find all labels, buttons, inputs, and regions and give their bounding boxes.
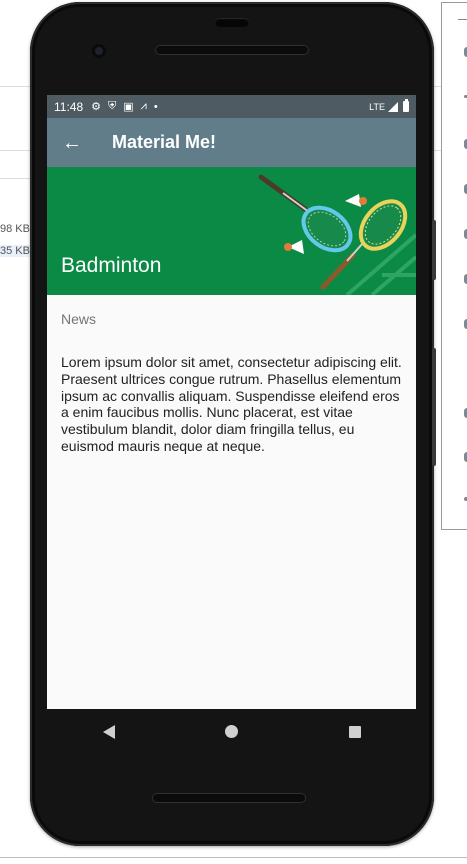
- emulator-side-toolbar: [441, 2, 467, 530]
- blue-racket: [258, 174, 353, 253]
- sport-subtitle: News: [61, 311, 97, 327]
- nav-recents-button[interactable]: [330, 712, 380, 752]
- shuttlecock-1: [345, 194, 367, 207]
- volume-button[interactable]: [432, 348, 436, 466]
- sim-icon: ▣: [123, 101, 134, 113]
- nav-home-icon: [225, 725, 238, 738]
- background-file-size: 35 KB: [0, 245, 30, 257]
- bottom-speaker: [152, 793, 306, 803]
- emulator-window: 98 KB 35 KB 11:48 ⚙ ⛨ ▣ ⩘ • LTE ← Materi…: [0, 0, 467, 864]
- front-camera: [92, 44, 106, 58]
- back-arrow-icon[interactable]: ←: [62, 133, 112, 153]
- nav-recents-icon: [348, 725, 361, 738]
- background-divider: [0, 150, 30, 151]
- sport-details-text: Lorem ipsum dolor sit amet, consectetur …: [61, 354, 402, 454]
- nav-home-button[interactable]: [207, 712, 257, 752]
- battery-icon: [403, 99, 409, 112]
- signal-alt-icon: ⩘: [140, 100, 147, 112]
- nav-back-icon: [102, 724, 115, 739]
- phone-screen: 11:48 ⚙ ⛨ ▣ ⩘ • LTE ← Material Me! Badmi…: [47, 95, 416, 709]
- app-title: Material Me!: [112, 132, 217, 152]
- toolbar-minimize-icon[interactable]: [458, 19, 467, 20]
- signal-icon: [388, 101, 398, 112]
- status-time: 11:48: [54, 99, 84, 114]
- app-bar: ← Material Me!: [47, 118, 416, 167]
- nav-back-button[interactable]: [84, 712, 134, 752]
- background-divider: [0, 86, 30, 87]
- phone-frame: 11:48 ⚙ ⛨ ▣ ⩘ • LTE ← Material Me! Badmi…: [30, 2, 436, 846]
- background-file-size: 98 KB: [0, 223, 30, 235]
- shuttlecock-2: [284, 240, 304, 254]
- background-bottom-border: [0, 857, 467, 858]
- top-speaker: [155, 45, 309, 55]
- status-bar: 11:48 ⚙ ⛨ ▣ ⩘ • LTE: [47, 95, 416, 118]
- sport-title: Badminton: [61, 254, 162, 277]
- shield-icon: ⛨: [108, 100, 117, 112]
- dot-icon: •: [153, 100, 158, 113]
- network-label: LTE: [369, 101, 385, 112]
- sport-banner: Badminton: [47, 167, 416, 295]
- background-divider: [0, 178, 30, 179]
- navigation-bar: [47, 709, 416, 754]
- earpiece: [215, 18, 249, 27]
- settings-icon: ⚙: [91, 101, 102, 113]
- power-button[interactable]: [432, 220, 436, 280]
